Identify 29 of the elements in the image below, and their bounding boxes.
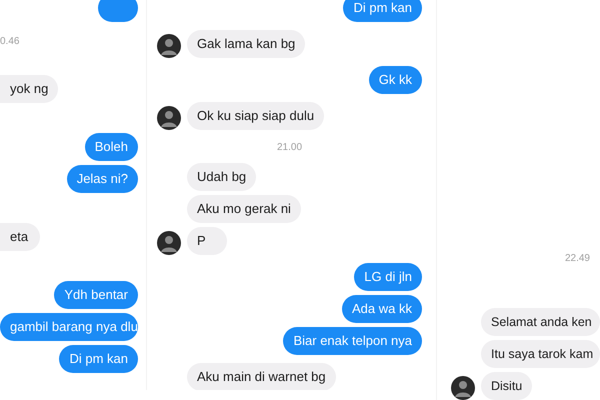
- timestamp: 0.46: [0, 36, 20, 47]
- sent-message: Biar enak telpon nya: [283, 327, 422, 355]
- avatar-icon: [451, 376, 475, 400]
- sent-message: Boleh: [84, 133, 138, 161]
- avatar-icon: [157, 231, 181, 255]
- received-message: Ok ku siap siap dulu: [187, 102, 324, 130]
- sent-message: [98, 0, 138, 22]
- received-message: P: [187, 227, 227, 255]
- sent-message: Ydh bentar: [54, 281, 138, 309]
- received-message: Disitu: [481, 372, 532, 400]
- received-message: Gak lama kan bg: [187, 30, 306, 58]
- received-message: Udah bg: [187, 163, 256, 191]
- received-message: Itu saya tarok kam: [481, 340, 600, 368]
- received-message: Selamat anda ken: [481, 308, 600, 336]
- sent-message: Ada wa kk: [342, 295, 422, 323]
- received-message: Aku mo gerak ni: [187, 195, 301, 223]
- received-message: yok ng: [0, 75, 58, 103]
- sent-message: gambil barang nya dlu: [0, 313, 138, 341]
- avatar-icon: [157, 34, 181, 58]
- sent-message: Di pm kan: [59, 345, 138, 373]
- sent-message: Gk kk: [368, 66, 422, 94]
- sent-message: LG di jln: [354, 263, 422, 291]
- timestamp: 22.49: [564, 253, 591, 264]
- avatar-icon: [157, 106, 181, 130]
- timestamp: 21.00: [276, 142, 304, 153]
- received-message: eta: [0, 223, 40, 251]
- received-message: Aku main di warnet bg: [187, 363, 336, 390]
- sent-message: Di pm kan: [343, 0, 422, 22]
- sent-message: Jelas ni?: [66, 165, 138, 193]
